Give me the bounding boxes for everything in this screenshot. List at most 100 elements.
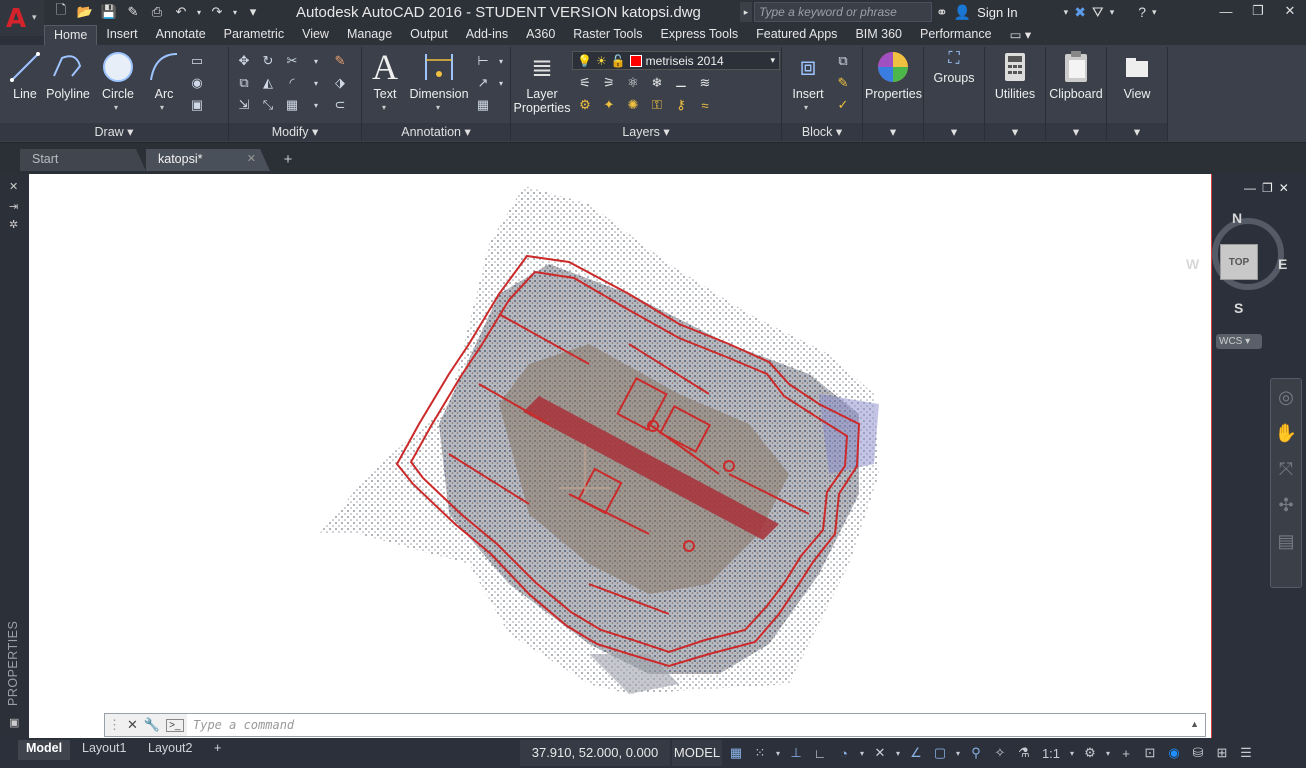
model-space-button[interactable]: MODEL [672,740,722,766]
compass-east[interactable]: E [1278,256,1287,272]
chevron-down-icon[interactable]: ▾ [305,95,327,115]
edit-block-icon[interactable]: ✎ [832,73,854,93]
chevron-down-icon[interactable]: ▾ [1064,7,1069,18]
chevron-down-icon[interactable]: ▾ [496,51,506,71]
annotation-scale-icon[interactable]: ⚗ [1012,740,1036,766]
steering-wheel-icon[interactable]: ◎ [1271,379,1301,415]
binoculars-icon[interactable]: ⚭ [936,4,948,21]
compass-north[interactable]: N [1232,210,1242,226]
chevron-down-icon[interactable]: ▾ [496,73,506,93]
tab-parametric[interactable]: Parametric [215,25,293,45]
auto-hide-icon[interactable]: ⇥ [9,200,18,213]
close-icon[interactable]: ✕ [247,152,256,165]
arc-button[interactable]: Arc ▾ [144,47,184,112]
utilities-button[interactable]: Utilities [987,47,1043,101]
ortho-icon[interactable]: ∟ [808,740,832,766]
layers-panel-title[interactable]: Layers ▾ [511,123,781,141]
compass-south[interactable]: S [1234,300,1243,316]
layer-unlock-icon[interactable]: ⚷ [670,95,692,115]
draw-panel-title[interactable]: Draw ▾ [0,123,228,141]
chevron-down-icon[interactable]: ▾ [772,740,784,766]
layer-unisolate-icon[interactable]: ⚙ [574,95,596,115]
workspace-gear-icon[interactable]: ⚙ [1078,740,1102,766]
layer-stack-icon[interactable]: ≋ [694,73,716,93]
layer-dropdown[interactable]: 💡 ☀ 🔓 metriseis 2014 ▾ [572,51,780,70]
layer-previous-icon[interactable]: ⚞ [598,73,620,93]
edit-attributes-icon[interactable]: ✓ [832,95,854,115]
stretch-icon[interactable]: ⇲ [233,95,255,115]
linear-dimension-icon[interactable]: ⊢ [472,51,494,71]
chevron-down-icon[interactable]: ▾ [863,123,923,141]
move-icon[interactable]: ✥ [233,51,255,71]
chevron-up-icon[interactable]: ▲ [1190,719,1199,729]
chevron-down-icon[interactable]: ▾ [382,103,386,112]
pan-hand-icon[interactable]: ✋ [1271,415,1301,451]
tab-raster-tools[interactable]: Raster Tools [564,25,651,45]
search-expand-icon[interactable]: ▸ [740,2,752,22]
chevron-down-icon[interactable]: ▾ [1152,7,1157,18]
chevron-down-icon[interactable]: ▾ [1107,123,1167,141]
dynamic-input-icon[interactable]: ⊥ [784,740,808,766]
chevron-down-icon[interactable]: ▾ [114,103,118,112]
tab-express-tools[interactable]: Express Tools [652,25,748,45]
tab-output[interactable]: Output [401,25,457,45]
viewcube-top-face[interactable]: TOP [1220,244,1258,280]
circle-button[interactable]: Circle ▾ [96,47,140,112]
leader-icon[interactable]: ↗ [472,73,494,93]
utilities-panel[interactable]: Utilities ▾ [985,45,1045,141]
help-icon[interactable]: ? [1138,4,1146,20]
annotation-panel-title[interactable]: Annotation ▾ [362,123,510,141]
chevron-down-icon[interactable]: ▾ [1046,123,1106,141]
compass-west[interactable]: W [1186,256,1199,272]
showmotion-icon[interactable]: ▤ [1271,523,1301,559]
clipboard-panel[interactable]: Clipboard ▾ [1046,45,1106,141]
close-icon[interactable]: ✕ [9,180,18,193]
undo-dropdown-icon[interactable]: ▾ [194,2,204,22]
close-icon[interactable]: ✕ [1279,181,1289,195]
chevron-down-icon[interactable]: ▾ [1102,740,1114,766]
tab-manage[interactable]: Manage [338,25,401,45]
rectangle-icon[interactable]: ▭ [186,51,208,71]
user-icon[interactable]: 👤 [954,4,971,21]
trim-icon[interactable]: ✂ [281,51,303,71]
layer-properties-button[interactable]: ≣ Layer Properties [513,47,571,116]
save-as-icon[interactable]: ✎ [122,2,144,22]
chevron-down-icon[interactable]: ▾ [892,740,904,766]
sign-in-button[interactable]: Sign In [977,5,1017,20]
search-input[interactable]: Type a keyword or phrase [754,2,932,22]
drawing-area[interactable] [29,174,1211,738]
annotation-scale-value[interactable]: 1:1 [1036,740,1066,766]
tab-layout2[interactable]: Layout2 [140,740,200,760]
chevron-down-icon[interactable]: ▾ [804,103,808,112]
block-panel-title[interactable]: Block ▾ [782,123,862,141]
add-layout-button[interactable]: + [206,740,229,760]
properties-palette-label[interactable]: PROPERTIES [6,621,20,706]
new-tab-button[interactable]: + [278,151,298,169]
tab-start[interactable]: Start [20,149,146,171]
tab-bim-360[interactable]: BIM 360 [846,25,911,45]
chevron-down-icon[interactable]: ▾ [856,740,868,766]
grip-handle[interactable]: ⋮ [108,717,121,733]
tab-add-ins[interactable]: Add-ins [457,25,517,45]
hatch-icon[interactable]: ◉ [186,73,208,93]
redo-icon[interactable]: ↷ [206,2,228,22]
command-input[interactable]: Type a command [193,718,294,732]
restore-icon[interactable]: ❐ [1262,181,1273,195]
chevron-down-icon[interactable]: ▾ [952,740,964,766]
undo-icon[interactable]: ↶ [170,2,192,22]
array-icon[interactable]: ▦ [281,95,303,115]
snap-icon[interactable]: ⁙ [748,740,772,766]
clean-screen-icon[interactable]: ⊞ [1210,740,1234,766]
grid-icon[interactable]: ▦ [724,740,748,766]
polyline-button[interactable]: Polyline [44,47,92,101]
properties-panel[interactable]: Properties ▾ [863,45,923,141]
tab-layout1[interactable]: Layout1 [74,740,134,760]
orbit-icon[interactable]: ✣ [1271,487,1301,523]
groups-panel[interactable]: ⛶ Groups ▾ [924,45,984,141]
auto-scale-icon[interactable]: ✧ [988,740,1012,766]
tab-model[interactable]: Model [18,740,71,760]
layer-off-icon[interactable]: ⚊ [670,73,692,93]
offset-icon[interactable]: ⊂ [329,95,351,115]
hardware-acceleration-icon[interactable]: ◉ [1162,740,1186,766]
dimension-button[interactable]: Dimension ▾ [406,47,472,112]
